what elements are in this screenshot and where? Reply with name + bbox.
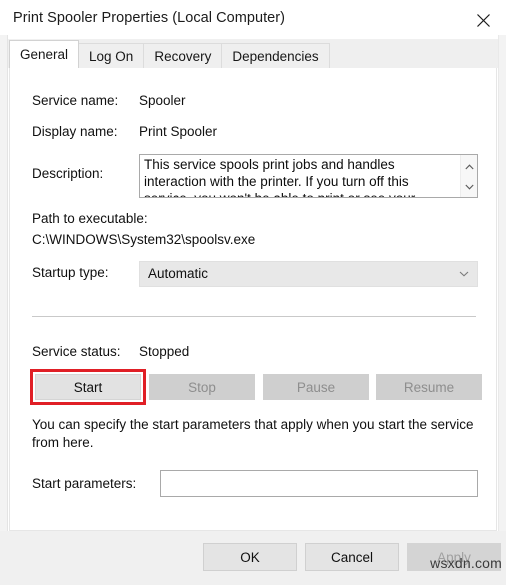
description-label: Description: bbox=[32, 166, 104, 181]
cancel-button[interactable]: Cancel bbox=[305, 543, 399, 571]
general-tab-panel: Service name: Spooler Display name: Prin… bbox=[9, 68, 497, 531]
description-textarea[interactable]: This service spools print jobs and handl… bbox=[139, 154, 478, 198]
stop-button[interactable]: Stop bbox=[149, 374, 255, 400]
dialog-footer: OK Cancel Apply wsxdn.com bbox=[0, 531, 506, 585]
tab-log-on[interactable]: Log On bbox=[78, 43, 145, 68]
chevron-down-glyph bbox=[465, 184, 474, 190]
path-to-executable-label: Path to executable: bbox=[32, 211, 148, 226]
start-parameters-hint: You can specify the start parameters tha… bbox=[32, 417, 474, 450]
window-frame-right bbox=[498, 35, 506, 585]
window-frame-left bbox=[0, 35, 8, 585]
window-title: Print Spooler Properties (Local Computer… bbox=[13, 10, 286, 26]
start-parameters-label: Start parameters: bbox=[32, 476, 137, 491]
service-properties-dialog: Print Spooler Properties (Local Computer… bbox=[0, 0, 506, 585]
watermark: wsxdn.com bbox=[430, 555, 502, 571]
startup-type-select[interactable]: Automatic bbox=[139, 261, 478, 287]
chevron-down-icon[interactable] bbox=[461, 177, 477, 197]
tab-strip: General Log On Recovery Dependencies bbox=[0, 40, 506, 68]
tab-dependencies[interactable]: Dependencies bbox=[221, 43, 330, 68]
service-status-value: Stopped bbox=[139, 344, 190, 359]
service-name-label: Service name: bbox=[32, 93, 119, 108]
startup-type-value: Automatic bbox=[148, 266, 209, 281]
chevron-down-icon bbox=[459, 269, 469, 280]
chevron-up-glyph bbox=[465, 164, 474, 170]
service-name-value: Spooler bbox=[139, 93, 186, 108]
service-status-label: Service status: bbox=[32, 344, 121, 359]
pause-button[interactable]: Pause bbox=[263, 374, 369, 400]
display-name-value: Print Spooler bbox=[139, 124, 218, 139]
ok-button[interactable]: OK bbox=[203, 543, 297, 571]
tab-general[interactable]: General bbox=[9, 40, 80, 68]
start-button[interactable]: Start bbox=[35, 374, 141, 400]
description-scrollbar[interactable] bbox=[460, 155, 477, 197]
chevron-up-icon[interactable] bbox=[461, 157, 477, 177]
description-text: This service spools print jobs and handl… bbox=[144, 157, 415, 197]
title-bar: Print Spooler Properties (Local Computer… bbox=[0, 0, 506, 40]
close-icon[interactable] bbox=[460, 0, 506, 40]
display-name-label: Display name: bbox=[32, 124, 118, 139]
resume-button[interactable]: Resume bbox=[376, 374, 482, 400]
start-parameters-input[interactable] bbox=[160, 470, 478, 497]
path-to-executable-value: C:\WINDOWS\System32\spoolsv.exe bbox=[32, 232, 256, 247]
chevron-down-glyph bbox=[459, 271, 469, 277]
tab-recovery[interactable]: Recovery bbox=[143, 43, 223, 68]
section-divider bbox=[32, 316, 476, 317]
startup-type-label: Startup type: bbox=[32, 265, 109, 280]
close-glyph bbox=[476, 13, 490, 27]
